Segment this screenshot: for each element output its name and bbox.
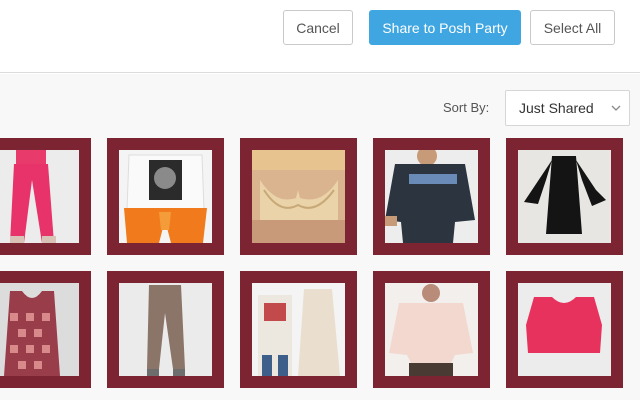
sort-selected-value: Just Shared: [519, 100, 594, 116]
closet-grid-area: Sort By: Just Shared: [0, 74, 640, 400]
listing-photo: [252, 150, 345, 243]
patterned-tank-image: [0, 283, 79, 376]
pink-knit-sweater-image: [385, 283, 478, 376]
sort-dropdown[interactable]: Just Shared: [505, 90, 630, 126]
listing-photo: [385, 150, 478, 243]
listing-tile-band-sweatshirt[interactable]: [373, 138, 490, 255]
listing-tile-pink-crop-tank[interactable]: [506, 271, 623, 388]
action-toolbar: Cancel Share to Posh Party Select All: [0, 0, 640, 73]
listing-tile-pink-leggings[interactable]: [0, 138, 91, 255]
pink-leggings-image: [0, 150, 79, 243]
listing-photo: [252, 283, 345, 376]
pink-crop-tank-image: [518, 283, 611, 376]
listing-photo: [518, 283, 611, 376]
listing-photo: [518, 150, 611, 243]
listing-photo: [0, 283, 79, 376]
listing-tile-black-dress[interactable]: [506, 138, 623, 255]
graphic-tee-image: [119, 150, 212, 243]
share-to-posh-party-button[interactable]: Share to Posh Party: [369, 10, 521, 45]
black-dress-image: [518, 150, 611, 243]
listing-tile-taupe-joggers[interactable]: [107, 271, 224, 388]
listing-tile-pink-knit-sweater[interactable]: [373, 271, 490, 388]
listing-photo: [119, 150, 212, 243]
sort-label: Sort By:: [443, 100, 490, 115]
listing-photo: [385, 283, 478, 376]
listing-tile-patterned-tank[interactable]: [0, 271, 91, 388]
taupe-joggers-image: [119, 283, 212, 376]
lace-bralette-image: [252, 150, 345, 243]
band-sweatshirt-image: [385, 150, 478, 243]
long-tee-dress-image: [252, 283, 345, 376]
select-all-button[interactable]: Select All: [530, 10, 615, 45]
listing-tile-long-tee-dress[interactable]: [240, 271, 357, 388]
listing-tile-graphic-tee[interactable]: [107, 138, 224, 255]
listing-photo: [0, 150, 79, 243]
listing-photo: [119, 283, 212, 376]
cancel-button[interactable]: Cancel: [283, 10, 353, 45]
listing-tile-lace-bralette[interactable]: [240, 138, 357, 255]
chevron-down-icon: [611, 105, 621, 111]
